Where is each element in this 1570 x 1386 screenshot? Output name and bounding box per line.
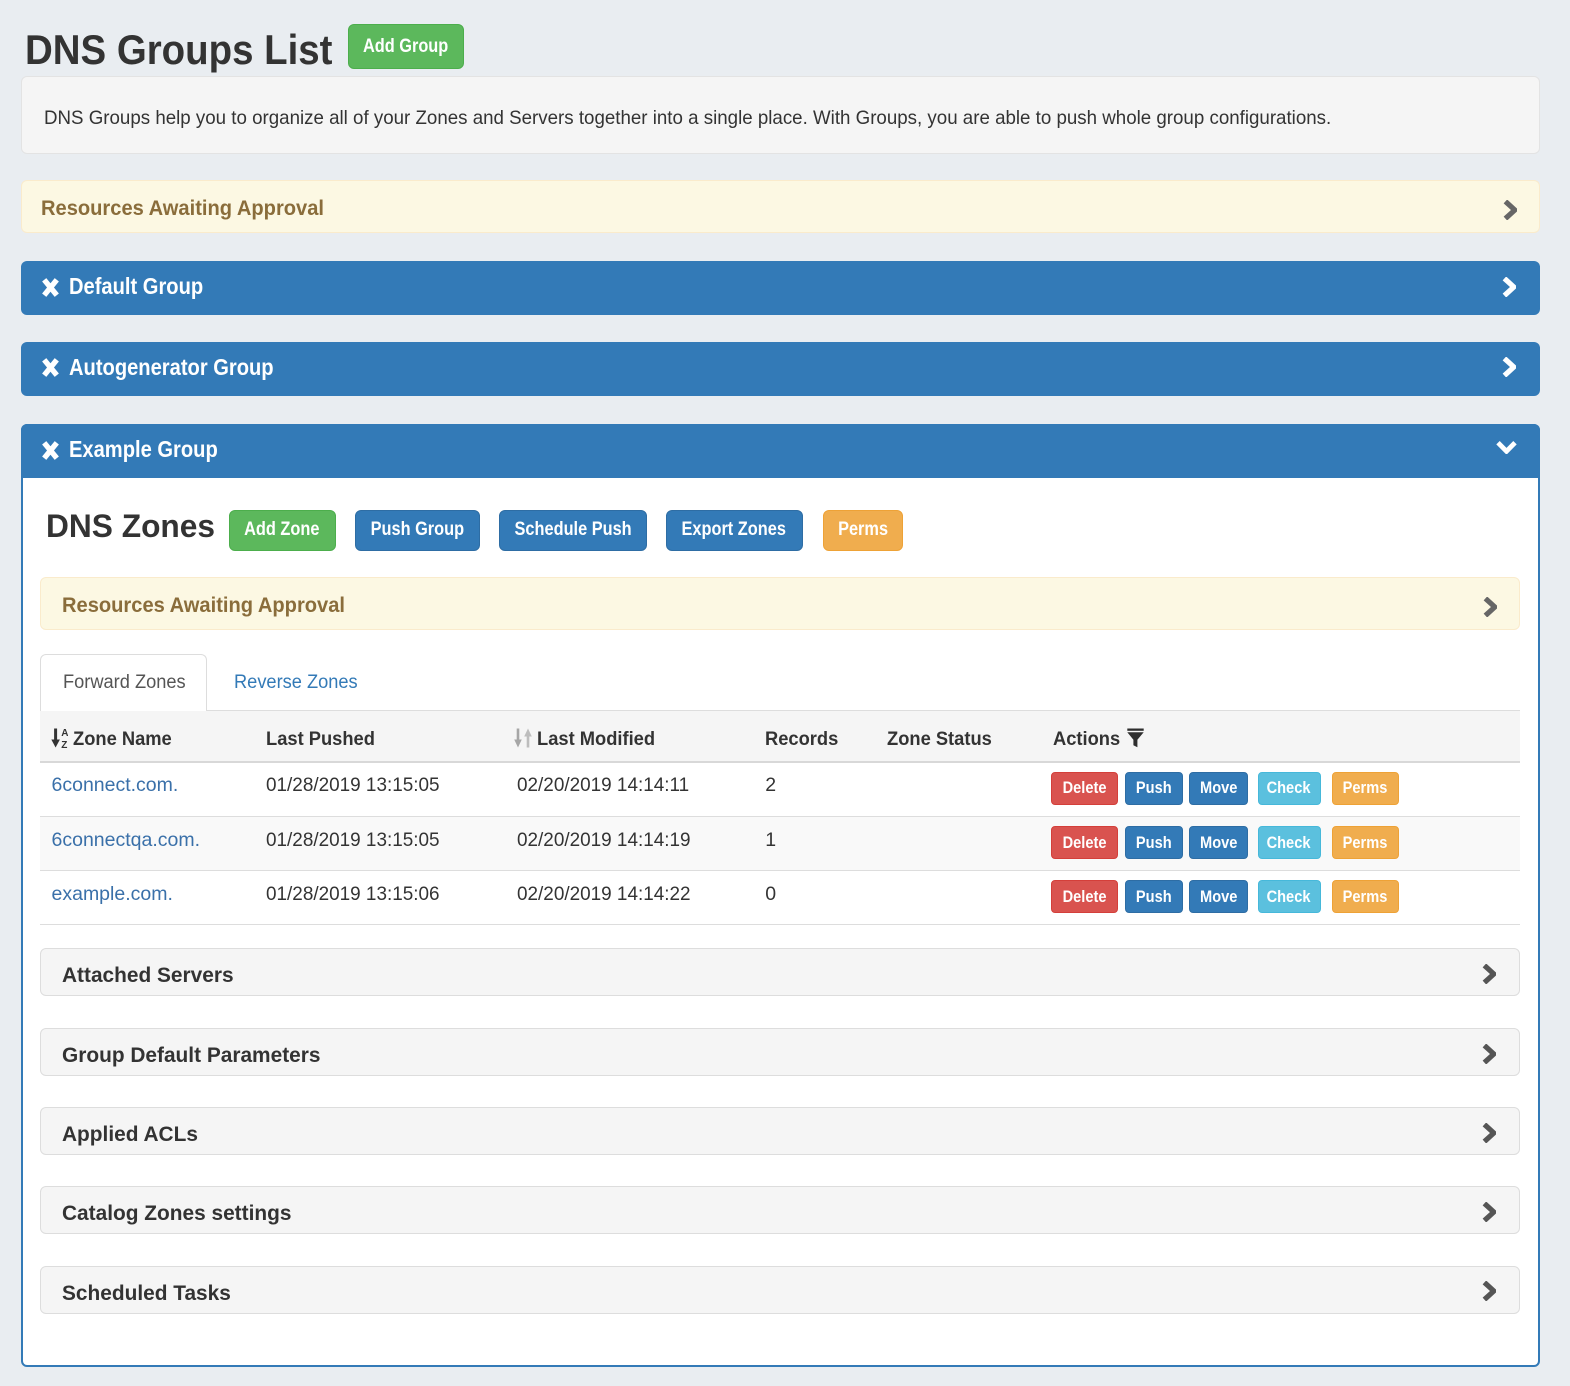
svg-text:A: A — [61, 728, 68, 739]
svg-text:Z: Z — [61, 740, 67, 748]
